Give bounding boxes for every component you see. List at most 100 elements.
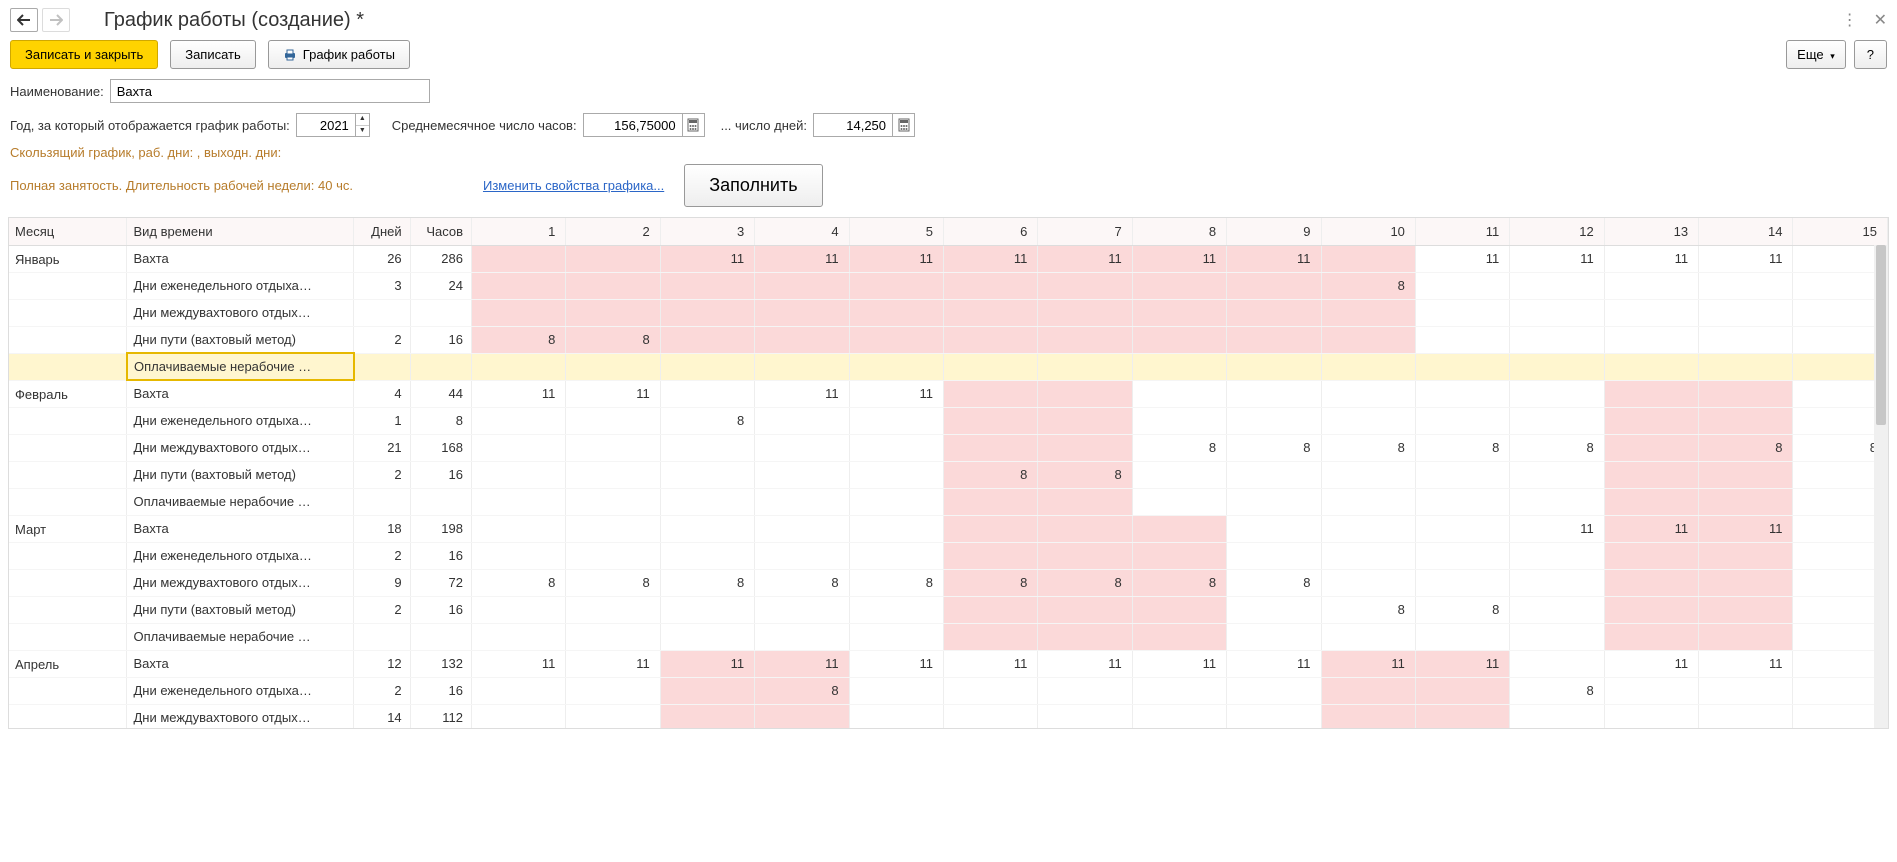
day-cell[interactable]: 8 <box>472 569 566 596</box>
day-cell[interactable]: 11 <box>849 650 943 677</box>
col-day-header[interactable]: 5 <box>849 218 943 245</box>
day-cell[interactable] <box>1132 407 1226 434</box>
day-cell[interactable] <box>1510 650 1604 677</box>
day-cell[interactable]: 8 <box>1132 569 1226 596</box>
day-cell[interactable] <box>1227 272 1321 299</box>
day-cell[interactable]: 8 <box>1699 434 1793 461</box>
day-cell[interactable] <box>1227 677 1321 704</box>
table-row[interactable]: Дни междувахтового отдых…972888888888 <box>9 569 1888 596</box>
day-cell[interactable] <box>1604 353 1698 380</box>
day-cell[interactable] <box>1132 596 1226 623</box>
day-cell[interactable] <box>849 596 943 623</box>
spin-up-icon[interactable]: ▲ <box>356 114 369 126</box>
day-cell[interactable]: 11 <box>660 245 754 272</box>
day-cell[interactable] <box>1699 461 1793 488</box>
day-cell[interactable] <box>1038 299 1132 326</box>
day-cell[interactable]: 11 <box>755 650 849 677</box>
day-cell[interactable] <box>1132 353 1226 380</box>
day-cell[interactable] <box>755 326 849 353</box>
day-cell[interactable] <box>1510 299 1604 326</box>
day-cell[interactable] <box>1321 353 1415 380</box>
day-cell[interactable] <box>566 677 660 704</box>
day-cell[interactable] <box>1510 461 1604 488</box>
col-day-header[interactable]: 14 <box>1699 218 1793 245</box>
day-cell[interactable]: 11 <box>755 380 849 407</box>
day-cell[interactable] <box>1699 272 1793 299</box>
day-cell[interactable]: 11 <box>1604 515 1698 542</box>
day-cell[interactable] <box>660 461 754 488</box>
day-cell[interactable] <box>1038 623 1132 650</box>
day-cell[interactable] <box>1321 326 1415 353</box>
day-cell[interactable]: 8 <box>1321 434 1415 461</box>
day-cell[interactable] <box>566 299 660 326</box>
day-cell[interactable] <box>943 515 1037 542</box>
day-cell[interactable]: 11 <box>1510 515 1604 542</box>
day-cell[interactable]: 8 <box>1321 596 1415 623</box>
day-cell[interactable] <box>755 353 849 380</box>
table-row[interactable]: Дни еженедельного отдыха…3248 <box>9 272 1888 299</box>
table-row[interactable]: Оплачиваемые нерабочие … <box>9 353 1888 380</box>
day-cell[interactable] <box>472 704 566 729</box>
day-cell[interactable] <box>1510 569 1604 596</box>
col-day-header[interactable]: 7 <box>1038 218 1132 245</box>
day-cell[interactable]: 8 <box>755 677 849 704</box>
day-cell[interactable]: 8 <box>1321 272 1415 299</box>
day-cell[interactable] <box>1132 623 1226 650</box>
day-cell[interactable] <box>566 272 660 299</box>
day-cell[interactable]: 8 <box>1038 461 1132 488</box>
day-cell[interactable] <box>849 353 943 380</box>
fill-button[interactable]: Заполнить <box>684 164 822 207</box>
day-cell[interactable] <box>1415 380 1509 407</box>
day-cell[interactable] <box>1699 569 1793 596</box>
day-cell[interactable] <box>1510 326 1604 353</box>
day-cell[interactable] <box>660 488 754 515</box>
day-cell[interactable] <box>1415 677 1509 704</box>
day-cell[interactable] <box>1604 704 1698 729</box>
day-cell[interactable] <box>1510 623 1604 650</box>
day-cell[interactable] <box>943 326 1037 353</box>
day-cell[interactable]: 11 <box>849 380 943 407</box>
day-cell[interactable]: 8 <box>1038 569 1132 596</box>
day-cell[interactable] <box>1699 677 1793 704</box>
day-cell[interactable] <box>660 515 754 542</box>
day-cell[interactable] <box>1699 623 1793 650</box>
day-cell[interactable] <box>1510 353 1604 380</box>
day-cell[interactable] <box>1604 488 1698 515</box>
day-cell[interactable]: 11 <box>1321 650 1415 677</box>
day-cell[interactable]: 11 <box>943 650 1037 677</box>
day-cell[interactable] <box>1604 677 1698 704</box>
day-cell[interactable] <box>1699 596 1793 623</box>
day-cell[interactable] <box>660 299 754 326</box>
day-cell[interactable] <box>1132 515 1226 542</box>
name-input[interactable] <box>110 79 430 103</box>
day-cell[interactable]: 11 <box>1227 650 1321 677</box>
year-input[interactable] <box>296 113 356 137</box>
day-cell[interactable] <box>660 677 754 704</box>
day-cell[interactable] <box>1699 488 1793 515</box>
day-cell[interactable]: 8 <box>1227 434 1321 461</box>
col-day-header[interactable]: 10 <box>1321 218 1415 245</box>
day-cell[interactable] <box>566 407 660 434</box>
day-cell[interactable] <box>849 515 943 542</box>
col-day-header[interactable]: 2 <box>566 218 660 245</box>
day-cell[interactable] <box>472 677 566 704</box>
day-cell[interactable] <box>849 299 943 326</box>
col-day-header[interactable]: 12 <box>1510 218 1604 245</box>
col-day-header[interactable]: 4 <box>755 218 849 245</box>
day-cell[interactable] <box>660 596 754 623</box>
table-row[interactable]: ЯнварьВахта262861111111111111111111111 <box>9 245 1888 272</box>
day-cell[interactable] <box>1415 488 1509 515</box>
day-cell[interactable]: 8 <box>943 461 1037 488</box>
menu-dots-icon[interactable]: ⋮ <box>1842 10 1858 30</box>
day-cell[interactable]: 8 <box>472 326 566 353</box>
col-day-header[interactable]: 15 <box>1793 218 1888 245</box>
day-cell[interactable] <box>943 434 1037 461</box>
day-cell[interactable] <box>755 623 849 650</box>
calculator-icon-2[interactable] <box>893 113 915 137</box>
day-cell[interactable] <box>1321 542 1415 569</box>
col-day-header[interactable]: 3 <box>660 218 754 245</box>
day-cell[interactable] <box>755 407 849 434</box>
day-cell[interactable] <box>472 272 566 299</box>
day-cell[interactable]: 8 <box>660 407 754 434</box>
day-cell[interactable] <box>943 407 1037 434</box>
